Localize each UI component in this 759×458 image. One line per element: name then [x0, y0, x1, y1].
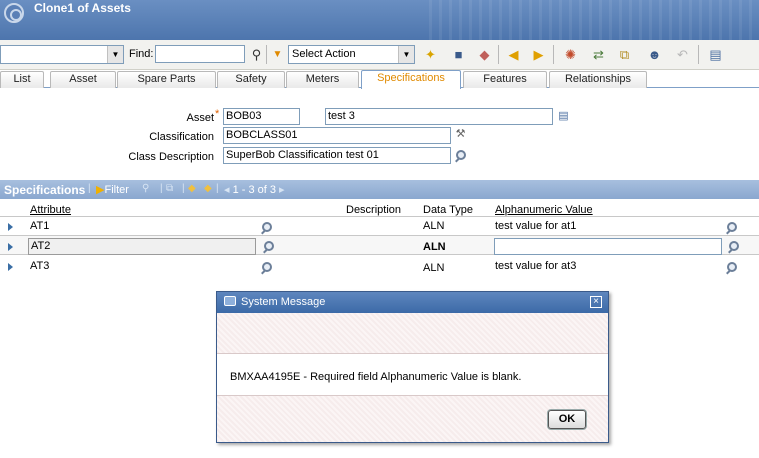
column-attribute[interactable]: Attribute — [30, 204, 71, 216]
asset-description-field[interactable]: test 3 — [325, 108, 553, 125]
toolbar-divider — [266, 45, 267, 64]
prev-page-icon[interactable]: ◂ — [224, 184, 233, 196]
dialog-message: BMXAA4195E - Required field Alphanumeric… — [230, 371, 522, 383]
table-row-selected[interactable]: AT2 ALN — [0, 235, 759, 255]
row-count: ◂ 1 - 3 of 3 ▸ — [224, 183, 285, 196]
filter-label: Filter — [104, 184, 129, 196]
title-bar: Clone1 of Assets — [0, 0, 759, 40]
magnifier-icon[interactable] — [262, 241, 274, 253]
ok-button[interactable]: OK — [548, 410, 586, 429]
asset-label: Asset — [186, 112, 214, 124]
app-title: Clone1 of Assets — [34, 1, 131, 15]
class-description-label: Class Description — [128, 151, 214, 163]
next-icon[interactable]: ▶ — [530, 46, 547, 63]
asset-field[interactable]: BOB03 — [223, 108, 300, 125]
attribute-field[interactable]: AT2 — [28, 238, 256, 255]
users-icon[interactable]: ☻ — [646, 46, 663, 63]
tab-asset[interactable]: Asset — [50, 71, 116, 88]
class-description-field[interactable]: SuperBob Classification test 01 — [223, 147, 451, 164]
data-type-cell: ALN — [423, 262, 445, 274]
tab-bar: List Asset Spare Parts Safety Meters Spe… — [0, 70, 759, 89]
tab-safety[interactable]: Safety — [217, 71, 285, 88]
workflow-icon[interactable]: ✺ — [562, 46, 579, 63]
magnifier-icon[interactable] — [260, 222, 272, 234]
find-icon[interactable]: ⚲ — [142, 183, 149, 194]
toolbar-divider — [498, 45, 499, 64]
tab-specifications[interactable]: Specifications — [361, 70, 461, 89]
find-input[interactable] — [155, 45, 245, 63]
alphanumeric-value-cell: test value for at1 — [495, 220, 577, 232]
tab-relationships[interactable]: Relationships — [549, 71, 647, 88]
download-icon[interactable]: ⧉ — [166, 183, 173, 194]
attribute-cell: AT3 — [30, 260, 50, 272]
binoculars-icon[interactable]: ⚲ — [248, 46, 265, 63]
close-icon[interactable]: × — [590, 296, 602, 308]
alphanumeric-value-cell: test value for at3 — [495, 260, 577, 272]
chevron-down-icon[interactable]: ▼ — [398, 46, 414, 63]
magnifier-icon[interactable] — [725, 262, 737, 274]
undo-icon: ↶ — [677, 47, 688, 62]
attribute-cell: AT1 — [30, 220, 50, 232]
next-row-icon[interactable]: ◆ — [204, 183, 212, 194]
magnifier-icon[interactable] — [454, 150, 466, 162]
classification-label: Classification — [149, 131, 214, 143]
query-select[interactable]: ▼ — [0, 45, 124, 64]
divider-icon: | — [216, 183, 219, 194]
table-row[interactable]: AT1 ALN test value for at1 — [0, 217, 759, 237]
row-count-text: 1 - 3 of 3 — [232, 184, 276, 196]
duplicate-icon[interactable]: ⧉ — [616, 46, 633, 63]
divider-icon: | — [88, 183, 91, 194]
column-data-type: Data Type — [423, 204, 473, 216]
expand-row-icon[interactable] — [8, 243, 13, 251]
divider-icon: | — [160, 183, 163, 194]
change-status-icon[interactable]: ⇄ — [590, 46, 607, 63]
column-description: Description — [346, 204, 402, 216]
report-icon[interactable]: ▤ — [707, 46, 724, 63]
specifications-title: Specifications — [4, 183, 86, 197]
toolbar-divider — [698, 45, 699, 64]
toolbar-divider — [553, 45, 554, 64]
save-icon[interactable]: ■ — [450, 46, 467, 63]
long-description-icon[interactable]: ▤ — [555, 108, 572, 125]
expand-row-icon[interactable] — [8, 223, 13, 231]
classify-icon[interactable]: ⚒ — [452, 126, 469, 143]
dialog-banner — [217, 313, 608, 354]
filter-triangle-icon[interactable]: ▼ — [269, 46, 286, 63]
previous-icon[interactable]: ◀ — [505, 46, 522, 63]
dialog-title: System Message — [241, 296, 326, 308]
find-label: Find: — [129, 48, 154, 60]
tab-spare-parts[interactable]: Spare Parts — [117, 71, 216, 88]
required-marker: * — [215, 108, 220, 120]
table-row[interactable]: AT3 ALN test value for at3 — [0, 257, 759, 277]
previous-row-icon[interactable]: ◆ — [188, 183, 196, 194]
title-decoration — [429, 0, 759, 40]
tab-list[interactable]: List — [0, 71, 44, 88]
tab-meters[interactable]: Meters — [286, 71, 359, 88]
app-logo-icon — [4, 3, 24, 23]
clear-icon[interactable]: ◆ — [476, 46, 493, 63]
select-action-dropdown[interactable]: Select Action ▼ — [288, 45, 415, 64]
magnifier-icon[interactable] — [725, 222, 737, 234]
magnifier-icon[interactable] — [727, 241, 739, 253]
expand-row-icon[interactable] — [8, 263, 13, 271]
magnifier-icon[interactable] — [260, 262, 272, 274]
alphanumeric-value-field[interactable] — [494, 238, 722, 255]
classification-field[interactable]: BOBCLASS01 — [223, 127, 451, 144]
next-page-icon[interactable]: ▸ — [276, 184, 285, 196]
chevron-down-icon[interactable]: ▼ — [107, 46, 123, 63]
column-alphanumeric-value[interactable]: Alphanumeric Value — [495, 204, 593, 216]
divider-icon: | — [182, 183, 185, 194]
new-record-icon[interactable]: ✦ — [422, 46, 439, 63]
specifications-header: Specifications | ▶Filter ⚲ | ⧉ | ◆ ◆ | ◂… — [0, 180, 759, 199]
system-message-dialog: System Message × BMXAA4195E - Required f… — [216, 291, 609, 443]
select-action-value: Select Action — [292, 48, 356, 60]
data-type-cell: ALN — [423, 241, 446, 253]
dialog-title-bar[interactable]: System Message × — [217, 292, 608, 313]
message-icon — [224, 296, 236, 306]
data-type-cell: ALN — [423, 220, 445, 232]
filter-button[interactable]: ▶Filter — [96, 183, 129, 196]
tab-features[interactable]: Features — [463, 71, 547, 88]
toolbar: ▼ Find: ⚲ ▼ Select Action ▼ ✦ ■ ◆ ◀ ▶ ✺ … — [0, 40, 759, 70]
